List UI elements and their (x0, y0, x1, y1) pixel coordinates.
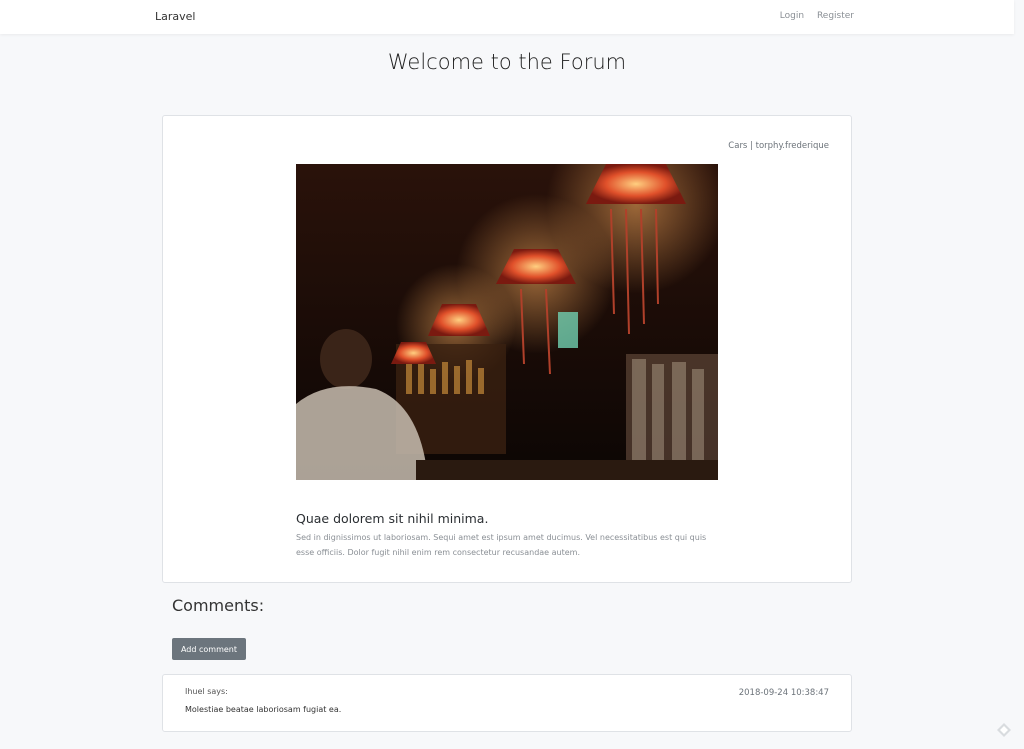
post-title: Quae dolorem sit nihil minima. (296, 511, 489, 526)
auth-links: Login Register (770, 11, 854, 21)
comment-author: Ihuel says: (185, 687, 228, 696)
post-body: Sed in dignissimos ut laboriosam. Sequi … (296, 533, 707, 557)
post-card: Cars | torphy.frederique Quae dolorem si… (162, 115, 852, 583)
login-link[interactable]: Login (780, 11, 804, 21)
comments-heading: Comments: (172, 596, 265, 615)
page-title: Welcome to the Forum (387, 50, 627, 74)
top-navbar: Laravel Login Register (0, 0, 1014, 34)
register-link[interactable]: Register (817, 11, 854, 21)
brand-link[interactable]: Laravel (155, 10, 195, 23)
comment-text: Molestiae beatae laboriosam fugiat ea. (185, 705, 342, 714)
comment-date: 2018-09-24 10:38:47 (738, 688, 829, 698)
add-comment-button[interactable]: Add comment (172, 638, 246, 660)
post-image (296, 164, 718, 480)
comment-card: Ihuel says: 2018-09-24 10:38:47 Molestia… (162, 674, 852, 732)
debug-toolbar-icon[interactable] (996, 722, 1012, 738)
post-meta: Cars | torphy.frederique (728, 141, 829, 151)
